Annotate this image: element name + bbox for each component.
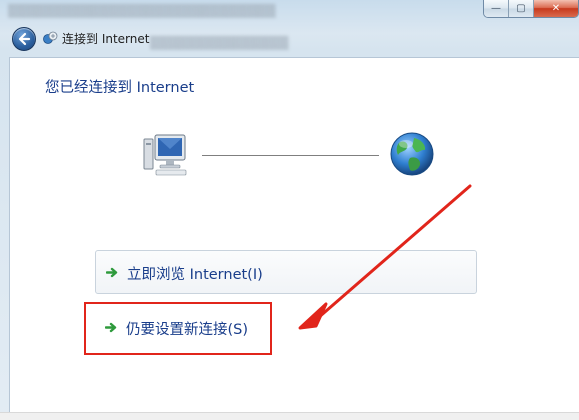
annotation-highlight-box — [84, 302, 272, 355]
maximize-button[interactable]: ▢ — [508, 0, 533, 17]
window-frame: ▒▒▒▒▒▒▒▒▒▒▒▒▒▒▒▒▒▒▒▒▒▒▒▒▒▒▒▒▒ ▒▒▒▒▒▒▒▒▒▒… — [0, 0, 579, 420]
browse-internet-option[interactable]: 立即浏览 Internet(I) — [95, 250, 477, 294]
close-button[interactable]: ✕ — [533, 0, 578, 17]
window-title: 连接到 Internet — [62, 32, 150, 46]
window-controls: — ▢ ✕ — [483, 0, 579, 18]
connection-line — [202, 155, 379, 156]
content-pane: 您已经连接到 Internet 立即浏览 Internet(I) 仍要设置新连接… — [9, 57, 579, 420]
browse-internet-label: 立即浏览 Internet(I) — [127, 267, 263, 283]
computer-icon — [143, 134, 187, 176]
back-button[interactable] — [12, 27, 36, 51]
network-connection-icon — [43, 31, 58, 44]
background-blur-text: ▒▒▒▒▒▒▒▒▒▒▒▒▒▒▒▒▒▒▒▒▒▒▒▒▒▒▒▒▒ — [8, 4, 276, 18]
status-heading: 您已经连接到 Internet — [45, 80, 195, 96]
green-arrow-icon — [106, 267, 118, 278]
navigation-bar: 连接到 Internet — [0, 24, 579, 54]
back-arrow-icon — [18, 32, 31, 46]
minimize-button[interactable]: — — [484, 0, 508, 17]
globe-icon — [390, 132, 434, 176]
